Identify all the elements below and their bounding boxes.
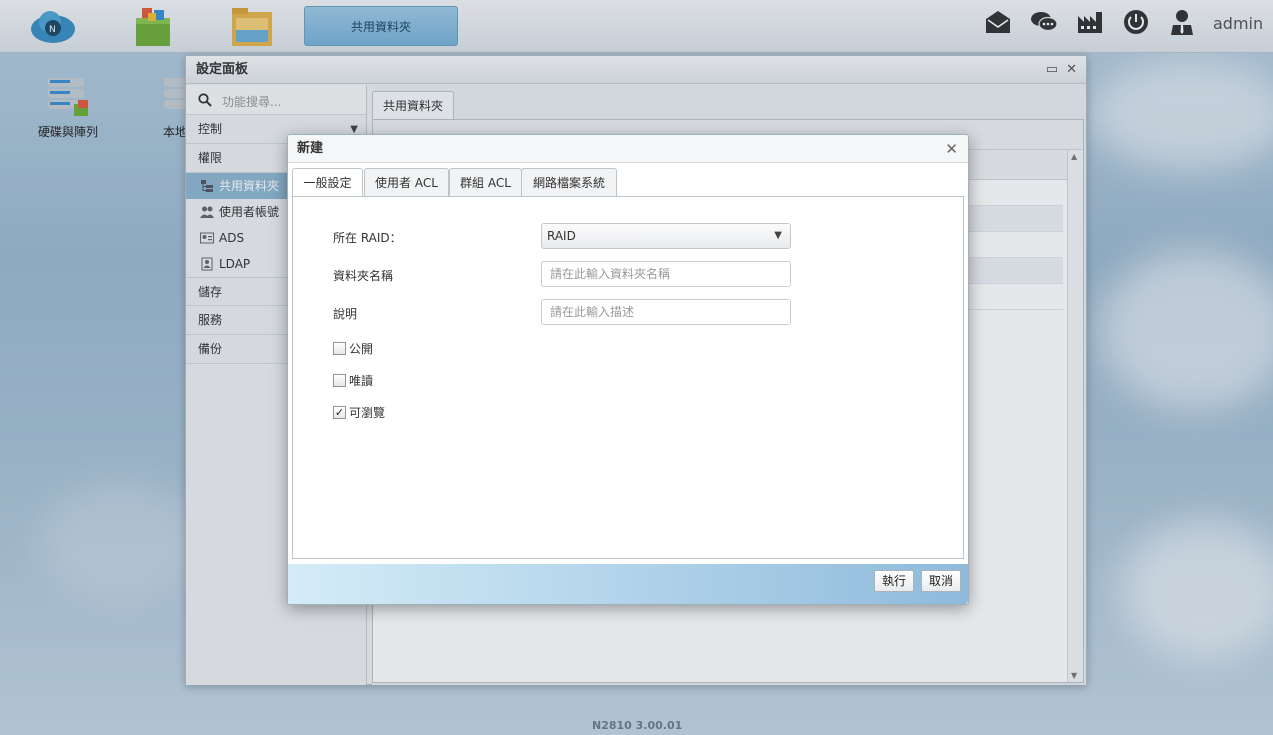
browsable-checkbox[interactable]: ✓: [333, 406, 346, 419]
public-checkbox[interactable]: [333, 342, 346, 355]
tab-user-acl[interactable]: 使用者 ACL: [364, 168, 449, 197]
dialog-title: 新建: [297, 141, 324, 156]
description-input[interactable]: [541, 299, 791, 325]
tab-group-acl[interactable]: 群組 ACL: [449, 168, 522, 197]
raid-select[interactable]: RAID ▼: [541, 223, 791, 249]
tab-nfs[interactable]: 網路檔案系統: [521, 168, 617, 197]
apply-button[interactable]: 執行: [874, 570, 915, 592]
chevron-down-icon: ▼: [774, 230, 782, 241]
raid-label: 所在 RAID：: [333, 231, 402, 245]
public-label: 公開: [349, 342, 374, 356]
dialog-title-bar[interactable]: 新建 ✕: [288, 135, 968, 163]
tab-general[interactable]: 一般設定: [292, 168, 363, 198]
readonly-label: 唯讀: [349, 374, 374, 388]
general-settings-form: 所在 RAID： RAID ▼ 資料夾名稱 說明 公開 唯讀 ✓ 可瀏覽: [292, 196, 964, 559]
cancel-button[interactable]: 取消: [921, 570, 962, 592]
new-folder-dialog: 新建 ✕ 一般設定 使用者 ACL 群組 ACL 網路檔案系統 所在 RAID：…: [287, 134, 969, 605]
browsable-label: 可瀏覽: [349, 406, 386, 420]
close-icon[interactable]: ✕: [945, 135, 958, 163]
dialog-footer: 執行 取消: [288, 564, 968, 604]
folder-name-label: 資料夾名稱: [333, 269, 394, 283]
description-label: 說明: [333, 307, 358, 321]
folder-name-input[interactable]: [541, 261, 791, 287]
readonly-checkbox[interactable]: [333, 374, 346, 387]
raid-selected-value: RAID: [547, 229, 576, 243]
